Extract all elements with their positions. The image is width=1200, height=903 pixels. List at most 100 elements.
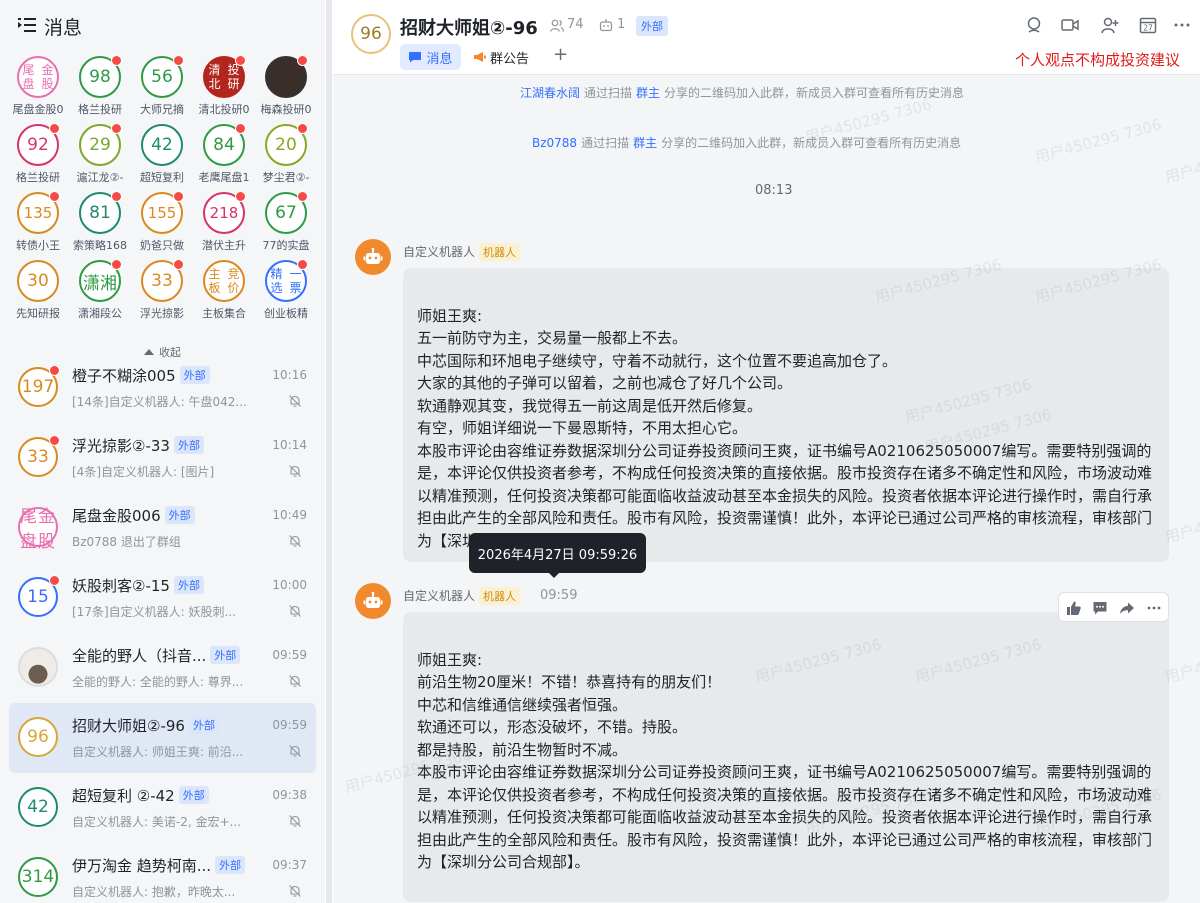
add-tab-button[interactable]: + xyxy=(553,44,568,65)
unread-dot xyxy=(297,55,308,66)
external-tag: 外部 xyxy=(173,576,204,594)
conversation-time: 10:14 xyxy=(272,438,307,452)
bot-avatar[interactable] xyxy=(355,583,391,619)
unread-dot xyxy=(297,123,308,134)
tab-messages-label: 消息 xyxy=(426,51,453,67)
conversation-item[interactable]: 96 招财大师姐②-96 外部 09:59 自定义机器人: 师姐王爽: 前沿... xyxy=(9,703,316,773)
bot-tag: 机器人 xyxy=(479,587,521,605)
chat-title: 招财大师姐②-96 xyxy=(400,18,538,39)
conversation-item[interactable]: 42 超短复利 ②-42 外部 09:38 自定义机器人: 美诺-2, 金宏+... xyxy=(9,773,316,843)
conversation-name: 招财大师姐②-96 外部 xyxy=(72,715,219,736)
bot-tag: 机器人 xyxy=(479,243,521,261)
unread-dot xyxy=(111,191,122,202)
conversation-item[interactable]: 15 妖股刺客②-15 外部 10:00 [17条]自定义机器人: 妖股刺... xyxy=(9,563,316,633)
group-label: 77的实盘 xyxy=(262,239,310,252)
messenger-window: 消息 尾盘 金股 尾盘金股0 98 格兰投研 56 大师兄摘 清北 投研 清北投研0 梅森投研0 92… xyxy=(0,0,1200,903)
calendar-day: 27 xyxy=(1143,24,1153,33)
conversation-preview: 自定义机器人: 师姐王爽: 前沿... xyxy=(72,745,244,759)
video-call-icon[interactable] xyxy=(1061,16,1079,34)
left-scrollbar[interactable] xyxy=(326,0,332,903)
collapse-button[interactable]: 收起 xyxy=(144,344,181,360)
message-timestamp: 08:13 xyxy=(755,183,793,198)
menu-collapse-icon[interactable] xyxy=(18,17,36,33)
bot-avatar[interactable] xyxy=(355,239,391,275)
conversation-title: 全能的野人（抖音... xyxy=(72,647,207,665)
group-avatar[interactable]: 96 xyxy=(351,14,391,54)
conversation-item[interactable]: 尾盘 金股 尾盘金股006 外部 10:49 Bz0788 退出了群组 xyxy=(9,493,316,563)
conversation-item[interactable]: 197 橙子不糊涂005 外部 10:16 [14条]自定义机器人: 午盘042... xyxy=(9,366,316,423)
external-tag: 外部 xyxy=(173,436,204,454)
unread-dot xyxy=(111,55,122,66)
conversation-time: 09:59 xyxy=(272,718,307,732)
chat-bubble-icon xyxy=(409,52,422,63)
tooltip-arrow xyxy=(548,572,560,578)
sender-line: 自定义机器人 机器人 xyxy=(403,243,521,261)
conversation-item[interactable]: 全能的野人（抖音... 外部 09:59 全能的野人: 全能的野人: 尊界... xyxy=(9,633,316,703)
unread-dot xyxy=(173,55,184,66)
external-tag: 外部 xyxy=(179,366,210,384)
conversation-title: 尾盘金股006 xyxy=(72,507,161,525)
megaphone-icon xyxy=(474,52,486,62)
user-link[interactable]: Bz0788 xyxy=(532,136,577,150)
group-avatar: 42 xyxy=(141,124,183,166)
pinned-group[interactable]: 20 梦尘君②- xyxy=(252,120,318,188)
pinned-group[interactable]: 精选 一票 创业板精 xyxy=(252,256,318,324)
calendar-icon[interactable]: 27 xyxy=(1139,16,1157,34)
more-actions-icon[interactable] xyxy=(1146,600,1162,616)
members-icon[interactable] xyxy=(550,19,564,32)
conversation-item[interactable]: 314 伊万淘金 趋势柯南... 外部 09:37 自定义机器人: 抱歉，昨晚太... xyxy=(9,843,316,903)
message-time: 09:59 xyxy=(540,588,578,603)
pinned-group[interactable]: 梅森投研0 xyxy=(252,52,318,120)
left-panel: 消息 尾盘 金股 尾盘金股0 98 格兰投研 56 大师兄摘 清北 投研 清北投研0 梅森投研0 92… xyxy=(0,0,325,903)
bot-icon[interactable] xyxy=(599,18,613,32)
external-tag: 外部 xyxy=(636,16,668,36)
conversation-name: 浮光掠影②-33 外部 xyxy=(72,435,204,456)
group-label: 梦尘君②- xyxy=(262,171,310,184)
conversation-time: 09:59 xyxy=(272,648,307,662)
conversation-preview: 自定义机器人: 美诺-2, 金宏+... xyxy=(72,815,241,829)
left-header: 消息 xyxy=(0,0,325,52)
conversation-name: 尾盘金股006 外部 xyxy=(72,505,195,526)
tab-notice[interactable]: 群公告 xyxy=(473,44,529,70)
more-icon[interactable] xyxy=(1173,16,1191,34)
pinned-group[interactable]: 67 77的实盘 xyxy=(252,188,318,256)
conversation-avatar: 42 xyxy=(18,787,58,827)
user-link[interactable]: 江湖春水阔 xyxy=(520,86,580,100)
comment-icon[interactable] xyxy=(1092,600,1108,616)
unread-dot xyxy=(297,259,308,270)
sender-name[interactable]: 自定义机器人 xyxy=(403,245,475,259)
external-tag: 外部 xyxy=(210,646,241,664)
forward-icon[interactable] xyxy=(1119,600,1135,616)
unread-dot xyxy=(49,575,60,586)
thumbs-up-icon[interactable] xyxy=(1065,600,1081,616)
group-label: 创业板精 xyxy=(264,307,308,320)
system-text: 通过扫描 xyxy=(581,136,630,150)
chevron-up-icon xyxy=(144,349,154,355)
bot-count: 1 xyxy=(617,17,626,32)
system-message: 江湖春水阔 通过扫描 群主 分享的二维码加入此群，新成员入群可查看所有历史消息 xyxy=(520,84,964,101)
mute-icon xyxy=(288,673,302,687)
robot-icon xyxy=(363,247,383,264)
system-message: Bz0788 通过扫描 群主 分享的二维码加入此群，新成员入群可查看所有历史消息 xyxy=(532,134,961,151)
mute-icon xyxy=(288,533,302,547)
conversation-item[interactable]: 33 浮光掠影②-33 外部 10:14 [4条]自定义机器人: [图片] xyxy=(9,423,316,493)
add-member-icon[interactable] xyxy=(1101,16,1119,34)
timestamp-tooltip: 2026年4月27日 09:59:26 xyxy=(469,533,646,573)
sender-line: 自定义机器人 机器人 xyxy=(403,587,521,605)
conversation-list: 197 橙子不糊涂005 外部 10:16 [14条]自定义机器人: 午盘042... 3… xyxy=(0,366,325,903)
owner-link[interactable]: 群主 xyxy=(633,136,657,150)
search-icon[interactable] xyxy=(1026,16,1044,34)
conversation-title: 伊万淘金 趋势柯南... xyxy=(72,857,212,875)
owner-link[interactable]: 群主 xyxy=(636,86,660,100)
unread-dot xyxy=(49,366,60,376)
mute-icon xyxy=(288,743,302,757)
disclaimer-banner: 个人观点不构成投资建议 xyxy=(1014,51,1180,69)
robot-icon xyxy=(363,591,383,608)
sender-name[interactable]: 自定义机器人 xyxy=(403,589,475,603)
message-action-bar xyxy=(1058,592,1169,622)
external-tag: 外部 xyxy=(215,856,246,874)
mute-icon xyxy=(288,883,302,897)
collapse-label: 收起 xyxy=(159,346,181,359)
unread-dot xyxy=(235,191,246,202)
tab-messages[interactable]: 消息 xyxy=(400,44,461,70)
